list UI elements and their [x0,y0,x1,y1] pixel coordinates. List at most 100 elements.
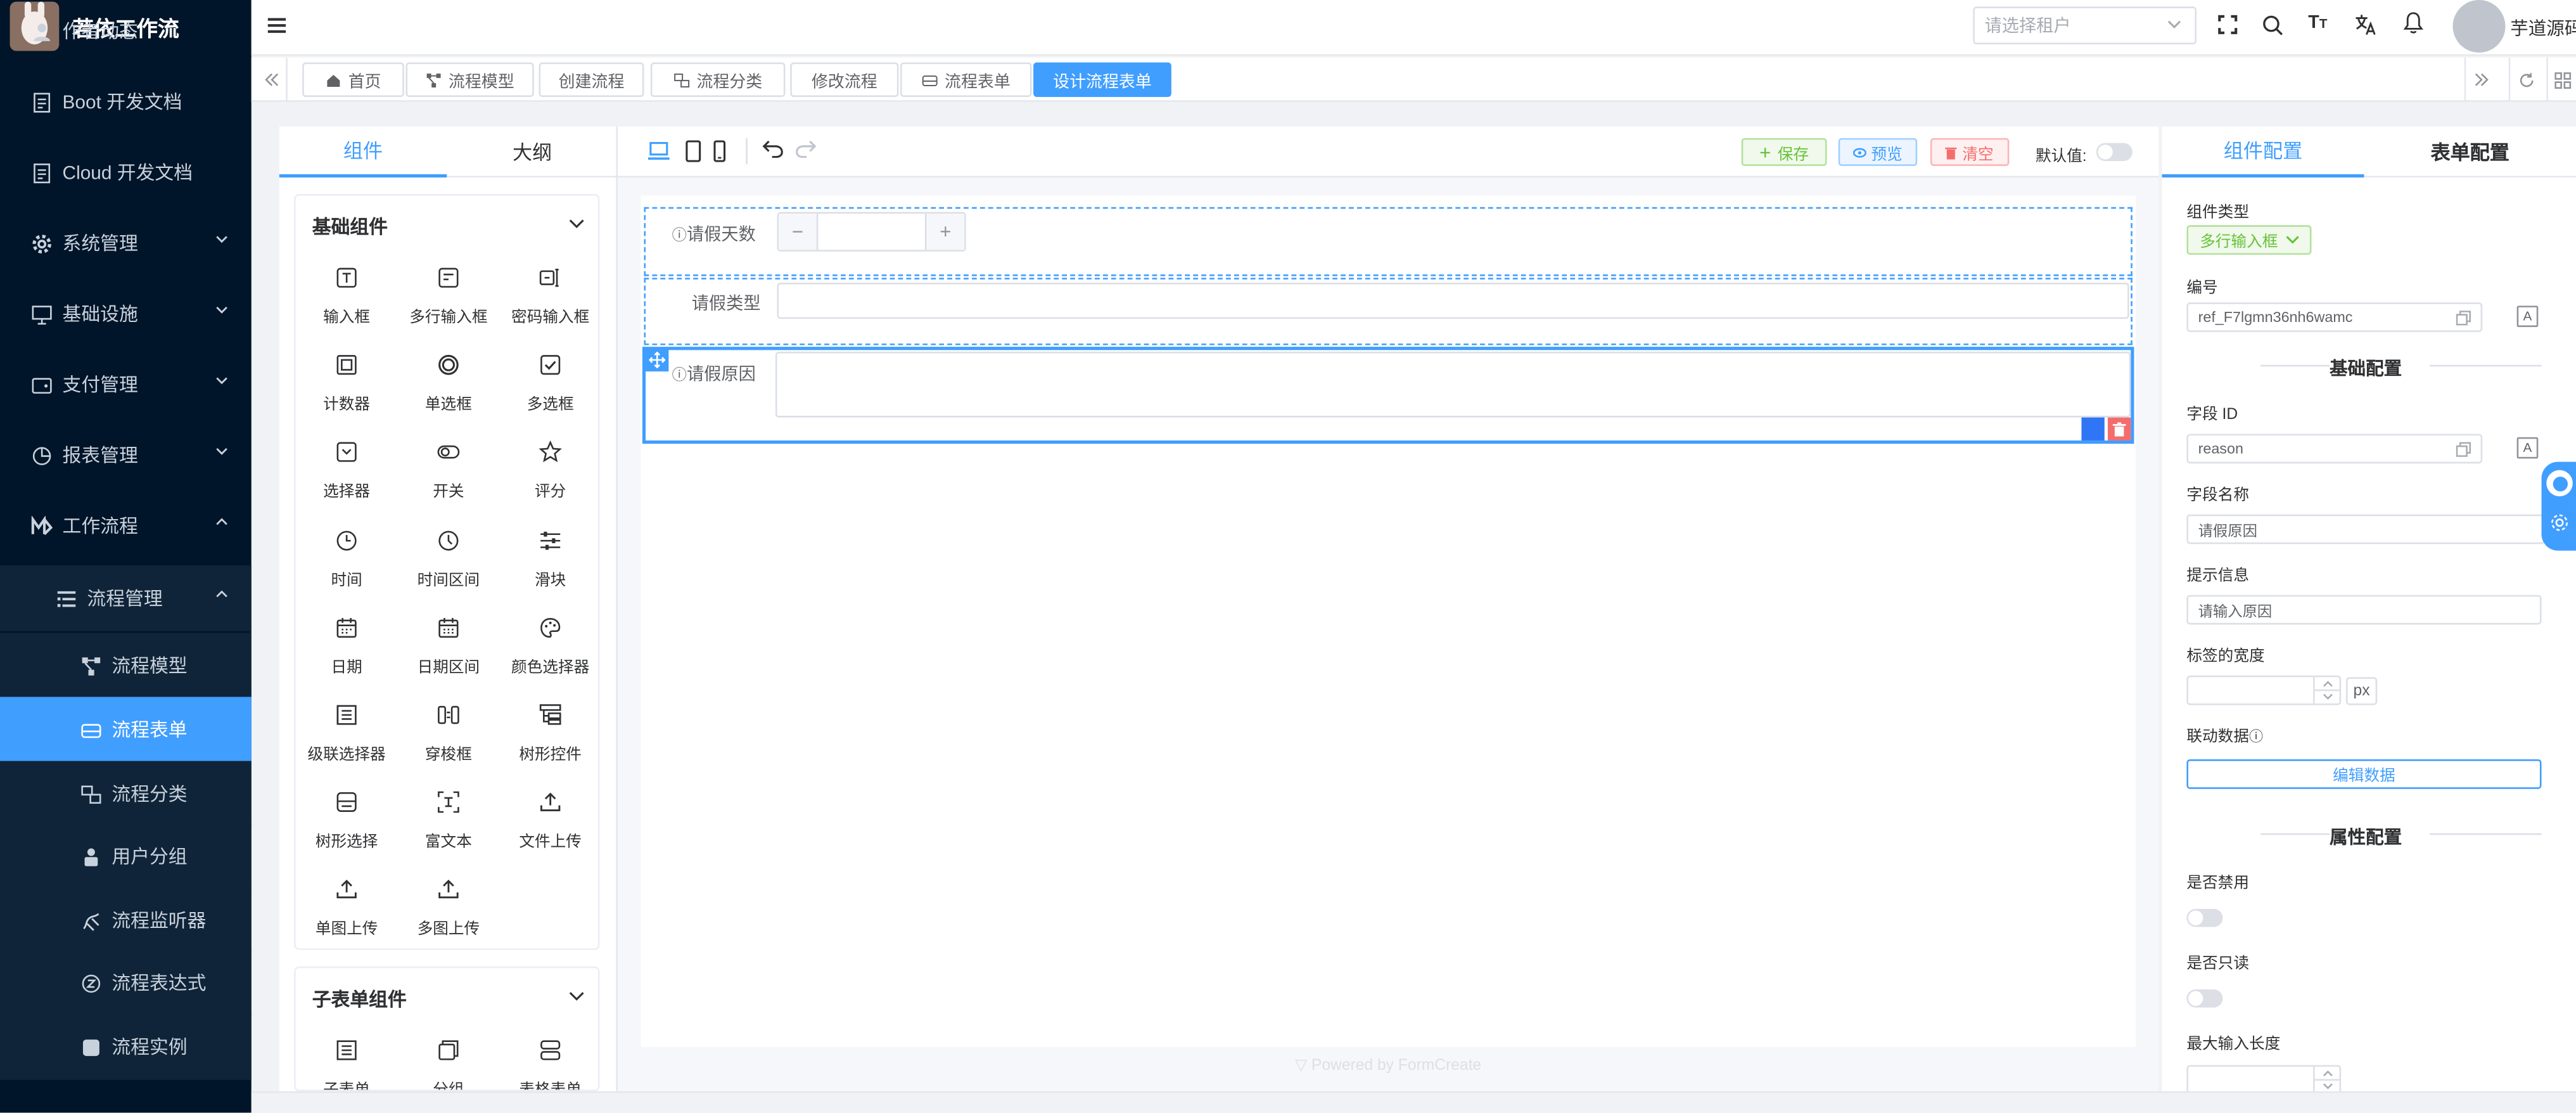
tab-5[interactable]: 流程表单 [900,62,1032,97]
component-clock-range[interactable]: 时间区间 [399,529,498,607]
leave-reason-textarea[interactable] [775,351,2131,418]
scroll-right-icon[interactable] [2464,57,2497,102]
form-field-leave-days[interactable]: ⓘ请假天数 − + [644,207,2133,276]
sidebar-item-14[interactable]: 流程表达式 [0,949,252,1016]
menu-fold-icon[interactable] [267,16,286,35]
bottom-scrollbar[interactable] [251,1091,2576,1113]
edit-data-button[interactable]: 编辑数据 [2186,759,2542,789]
redo-icon[interactable] [795,139,817,158]
sidebar-item-6[interactable]: 报表管理 [0,422,252,488]
component-calendar-range[interactable]: 日期区间 [399,616,498,695]
component-tree[interactable]: 树形控件 [501,704,600,782]
component-password[interactable]: 密码输入框 [501,266,600,345]
copy-icon[interactable] [2456,311,2471,326]
form-field-leave-reason[interactable]: ⓘ请假原因 [642,347,2134,444]
default-value-switch[interactable] [2096,143,2133,162]
tab-1[interactable]: 流程模型 [405,62,534,97]
sidebar-item-11[interactable]: 流程分类 [0,761,252,827]
component-counter[interactable]: 计数器 [297,354,396,432]
component-upload[interactable]: 文件上传 [501,791,600,870]
sidebar-item-5[interactable]: 支付管理 [0,352,252,418]
component-cascader[interactable]: 级联选择器 [297,704,396,782]
tab-2[interactable]: 创建流程 [539,62,644,97]
sidebar-item-10[interactable]: 流程表单 [0,697,252,763]
tab-components[interactable]: 组件 [279,127,447,178]
component-subform[interactable]: 子表单 [297,1039,396,1090]
sidebar-item-12[interactable]: 用户分组 [0,823,252,889]
leave-days-counter[interactable]: − + [777,212,966,252]
translate-icon[interactable] [2354,13,2377,36]
component-upload[interactable]: 多图上传 [399,878,498,957]
delete-field-button[interactable] [2107,417,2131,441]
component-switch[interactable]: 开关 [399,441,498,520]
floating-settings-button[interactable] [2541,461,2576,551]
field-id-input[interactable]: reason [2186,434,2483,464]
tab-component-config[interactable]: 组件配置 [2162,127,2364,178]
tab-4[interactable]: 修改流程 [790,62,899,97]
search-icon[interactable] [2262,15,2284,36]
grid-menu-icon[interactable] [2546,57,2576,102]
clear-button[interactable]: 清空 [1930,138,2010,166]
number-stepper-arrows[interactable] [2313,677,2342,704]
sidebar-item-1[interactable]: Boot 开发文档 [0,69,252,135]
sidebar-item-4[interactable]: 基础设施 [0,281,252,347]
copy-icon[interactable] [2456,442,2471,457]
component-textarea[interactable]: 多行输入框 [399,266,498,345]
drag-handle-icon[interactable] [644,348,669,372]
counter-minus-button[interactable]: − [779,214,819,250]
chevron-down-icon[interactable] [568,219,585,229]
text-format-icon[interactable]: A [2516,437,2539,459]
id-input[interactable]: ref_F7lgmn36nh6wamc [2186,302,2483,332]
component-radio[interactable]: 单选框 [399,354,498,432]
refresh-icon[interactable] [2508,57,2542,102]
sidebar-item-2[interactable]: Cloud 开发文档 [0,139,252,205]
text-format-icon[interactable]: A [2516,306,2539,328]
label-width-input[interactable] [2186,675,2342,705]
fullscreen-icon[interactable] [2218,15,2238,34]
leave-type-input[interactable] [777,283,2129,319]
component-upload[interactable]: 单图上传 [297,878,396,957]
sidebar-item-7[interactable]: 工作流程 [0,493,252,559]
tab-3[interactable]: 流程分类 [650,62,786,97]
tab-0[interactable]: 首页 [302,62,404,97]
font-size-icon[interactable]: TT [2308,13,2327,33]
sidebar-item-9[interactable]: 流程模型 [0,633,252,699]
user-name[interactable]: 芋道源码 [2510,15,2576,41]
sidebar-item-15[interactable]: 流程实例 [0,1013,252,1080]
tab-outline[interactable]: 大纲 [447,127,618,178]
sidebar-item-8[interactable]: 流程管理 [0,565,252,631]
readonly-switch[interactable] [2186,989,2223,1008]
sidebar-item-0[interactable]: 作者动态 [0,0,252,64]
sidebar-item-13[interactable]: 流程监听器 [0,887,252,953]
component-checkbox[interactable]: 多选框 [501,354,600,432]
component-palette[interactable]: 颜色选择器 [501,616,600,695]
save-button[interactable]: + 保存 [1741,138,1827,166]
chevron-down-icon[interactable] [568,991,585,1001]
field-name-input[interactable]: 请假原因 [2186,514,2545,544]
disabled-switch[interactable] [2186,908,2223,927]
undo-icon[interactable] [762,139,784,158]
tablet-view-icon[interactable] [685,139,701,162]
tab-6[interactable]: 设计流程表单 [1033,62,1171,97]
component-rich-text[interactable]: 富文本 [399,791,498,870]
number-stepper-arrows[interactable] [2313,1066,2342,1091]
component-select[interactable]: 选择器 [297,441,396,520]
component-table-form[interactable]: 表格表单 [501,1039,598,1090]
component-input[interactable]: 输入框 [297,266,396,345]
preview-button[interactable]: 预览 [1838,138,1918,166]
copy-field-button[interactable] [2081,417,2105,441]
counter-plus-button[interactable]: + [924,214,965,250]
desktop-view-icon[interactable] [647,141,670,161]
component-group-box[interactable]: 分组 [399,1039,498,1090]
component-slider[interactable]: 滑块 [501,529,600,607]
component-star[interactable]: 评分 [501,441,600,520]
component-transfer[interactable]: 穿梭框 [399,704,498,782]
maxlength-input[interactable] [2186,1065,2342,1091]
mobile-view-icon[interactable] [713,139,726,162]
bell-icon[interactable] [2403,11,2423,34]
sidebar-item-3[interactable]: 系统管理 [0,210,252,276]
component-tree-select[interactable]: 树形选择 [297,791,396,870]
component-calendar[interactable]: 日期 [297,616,396,695]
form-field-leave-type[interactable]: 请假类型 [644,278,2133,345]
tenant-select[interactable]: 请选择租户 [1973,6,2197,45]
